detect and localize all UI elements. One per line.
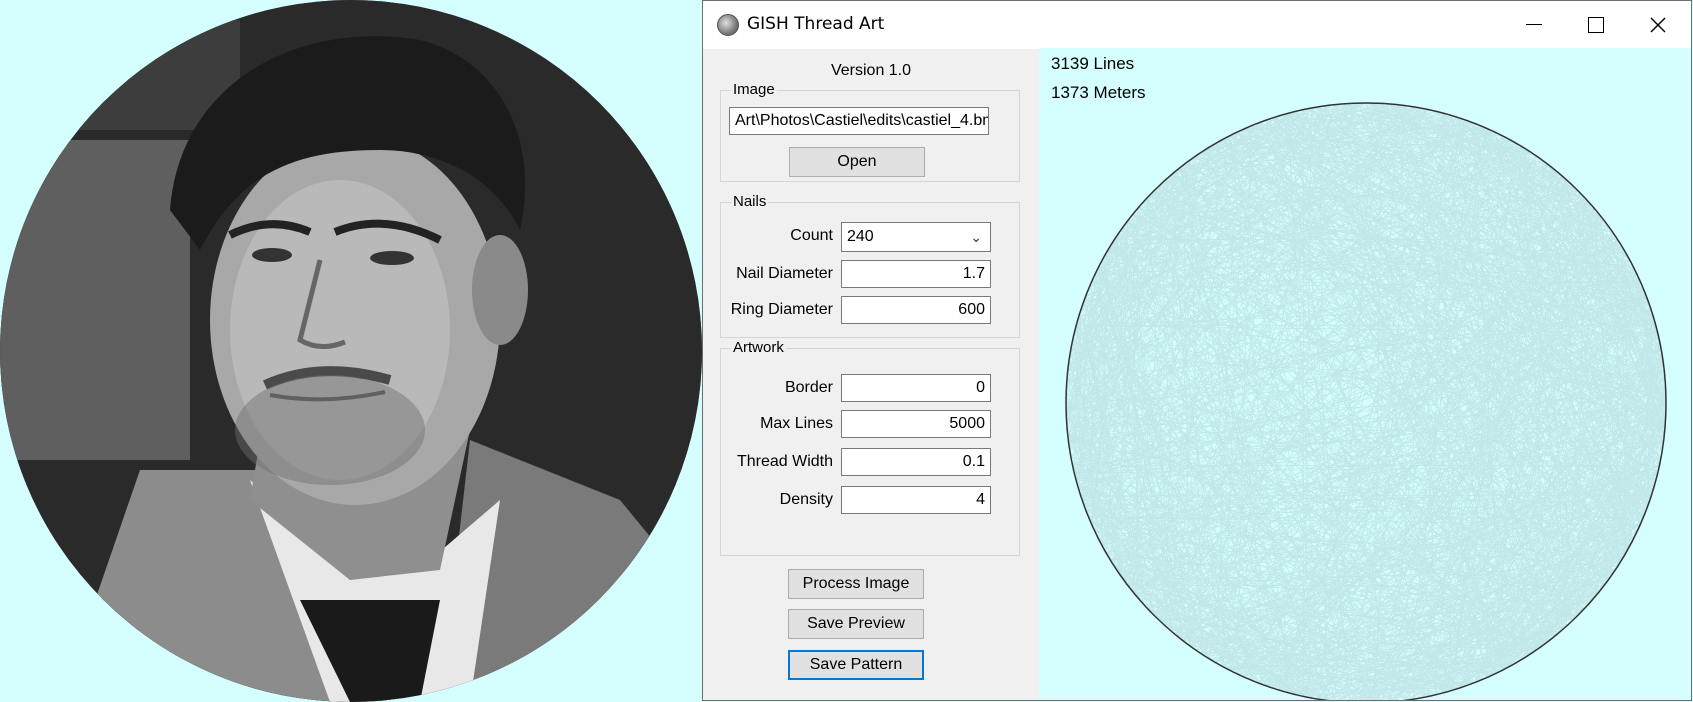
ring-diameter-field[interactable]: 600: [841, 296, 991, 324]
nails-group: Nails Count 240 ⌄ Nail Diameter 1.7 Ring…: [720, 193, 1020, 338]
thread-width-field[interactable]: 0.1: [841, 448, 991, 476]
maximize-button[interactable]: [1565, 1, 1627, 48]
border-field[interactable]: 0: [841, 374, 991, 402]
close-button[interactable]: [1627, 1, 1689, 48]
settings-panel: Version 1.0 Image Art\Photos\Castiel\edi…: [703, 48, 1039, 700]
density-field[interactable]: 4: [841, 486, 991, 514]
artwork-group-label: Artwork: [731, 339, 786, 356]
window-title: GISH Thread Art: [747, 14, 885, 34]
nail-diameter-field[interactable]: 1.7: [841, 260, 991, 288]
chevron-down-icon: ⌄: [970, 229, 982, 245]
image-path-field[interactable]: Art\Photos\Castiel\edits\castiel_4.bmp: [729, 107, 989, 135]
ring-diameter-label: Ring Diameter: [730, 301, 833, 318]
version-label: Version 1.0: [830, 62, 912, 79]
title-bar[interactable]: GISH Thread Art: [703, 1, 1691, 49]
max-lines-label: Max Lines: [760, 415, 833, 432]
nail-count-value: 240: [847, 228, 874, 245]
image-group-label: Image: [731, 81, 777, 98]
thread-art-canvas: [1065, 102, 1667, 700]
thread-width-label: Thread Width: [736, 453, 833, 470]
thread-art-preview: 3139 Lines 1373 Meters: [1039, 48, 1691, 700]
nail-diameter-label: Nail Diameter: [736, 265, 833, 282]
save-preview-button[interactable]: Save Preview: [788, 609, 924, 639]
open-button[interactable]: Open: [789, 147, 925, 177]
portrait-image: [0, 0, 702, 702]
maximize-icon: [1588, 16, 1604, 33]
nails-group-label: Nails: [731, 193, 769, 210]
app-icon: [717, 14, 739, 36]
minimize-icon: [1526, 24, 1542, 25]
artwork-group: Artwork Border 0 Max Lines 5000 Thread W…: [720, 339, 1020, 556]
max-lines-field[interactable]: 5000: [841, 410, 991, 438]
border-label: Border: [784, 379, 833, 396]
source-photo: [0, 0, 702, 702]
save-pattern-button[interactable]: Save Pattern: [788, 650, 924, 680]
density-label: Density: [779, 491, 833, 508]
process-image-button[interactable]: Process Image: [788, 569, 924, 599]
close-icon: [1650, 17, 1666, 32]
minimize-button[interactable]: [1503, 1, 1565, 48]
nail-count-select[interactable]: 240 ⌄: [841, 222, 991, 252]
app-window: GISH Thread Art Version 1.0 Image Art\Ph…: [702, 0, 1692, 701]
count-label: Count: [790, 227, 833, 244]
image-group: Image Art\Photos\Castiel\edits\castiel_4…: [720, 81, 1020, 182]
